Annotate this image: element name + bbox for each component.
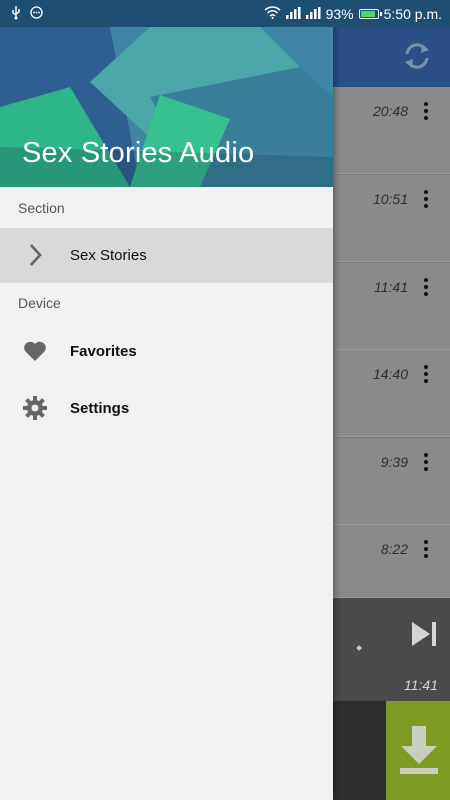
- duration-label: 14:40: [372, 366, 408, 382]
- drawer-title: Sex Stories Audio: [22, 137, 255, 169]
- duration-label: 10:51: [372, 191, 408, 207]
- nav-item-favorites[interactable]: Favorites: [0, 324, 333, 378]
- list-item[interactable]: 11:41: [333, 263, 450, 350]
- duration-label: 20:48: [372, 103, 408, 119]
- signal-icon: [305, 6, 321, 22]
- player-time: 11:41: [404, 677, 438, 693]
- more-vert-icon[interactable]: [416, 450, 436, 474]
- skip-next-icon[interactable]: [408, 618, 440, 650]
- download-icon: [400, 726, 438, 774]
- wifi-icon: [264, 5, 281, 22]
- list-item[interactable]: 14:40: [333, 350, 450, 437]
- status-time: 5:50 p.m.: [383, 5, 442, 22]
- device-header: Device: [18, 295, 61, 311]
- status-bar: 93% 5:50 p.m.: [0, 0, 450, 27]
- heart-icon: [24, 341, 46, 361]
- nav-item-label: Settings: [70, 399, 130, 417]
- battery-icon: [358, 8, 382, 19]
- duration-label: 8:22: [380, 541, 408, 557]
- chevron-right-icon: [30, 244, 42, 266]
- list-item[interactable]: 10:51: [333, 175, 450, 262]
- progress-marker: [356, 645, 362, 651]
- gear-icon: [23, 396, 47, 420]
- mini-player[interactable]: 11:41: [333, 598, 450, 701]
- more-vert-icon[interactable]: [416, 362, 436, 386]
- refresh-icon[interactable]: [402, 41, 432, 71]
- divider: [0, 282, 333, 283]
- list-item[interactable]: 20:48: [333, 87, 450, 174]
- more-vert-icon[interactable]: [416, 275, 436, 299]
- drawer-header: Sex Stories Audio: [0, 27, 333, 187]
- nav-item-sex-stories[interactable]: Sex Stories: [0, 228, 333, 282]
- list-item[interactable]: 9:39: [333, 438, 450, 525]
- more-vert-icon[interactable]: [416, 187, 436, 211]
- more-vert-icon[interactable]: [416, 537, 436, 561]
- duration-label: 11:41: [374, 279, 408, 295]
- notification-icon: [30, 5, 43, 22]
- usb-icon: [10, 5, 22, 22]
- download-button[interactable]: [386, 701, 450, 800]
- nav-item-label: Sex Stories: [70, 246, 147, 264]
- more-vert-icon[interactable]: [416, 99, 436, 123]
- section-header: Section: [18, 200, 65, 216]
- duration-label: 9:39: [380, 454, 408, 470]
- signal-icon: [285, 6, 301, 22]
- nav-item-label: Favorites: [70, 342, 137, 360]
- list-item[interactable]: 8:22: [333, 525, 450, 598]
- battery-percent: 93%: [325, 5, 354, 22]
- bottom-bar: [333, 701, 386, 800]
- navigation-drawer: Sex Stories Audio Section Sex Stories De…: [0, 0, 333, 800]
- nav-item-settings[interactable]: Settings: [0, 381, 333, 435]
